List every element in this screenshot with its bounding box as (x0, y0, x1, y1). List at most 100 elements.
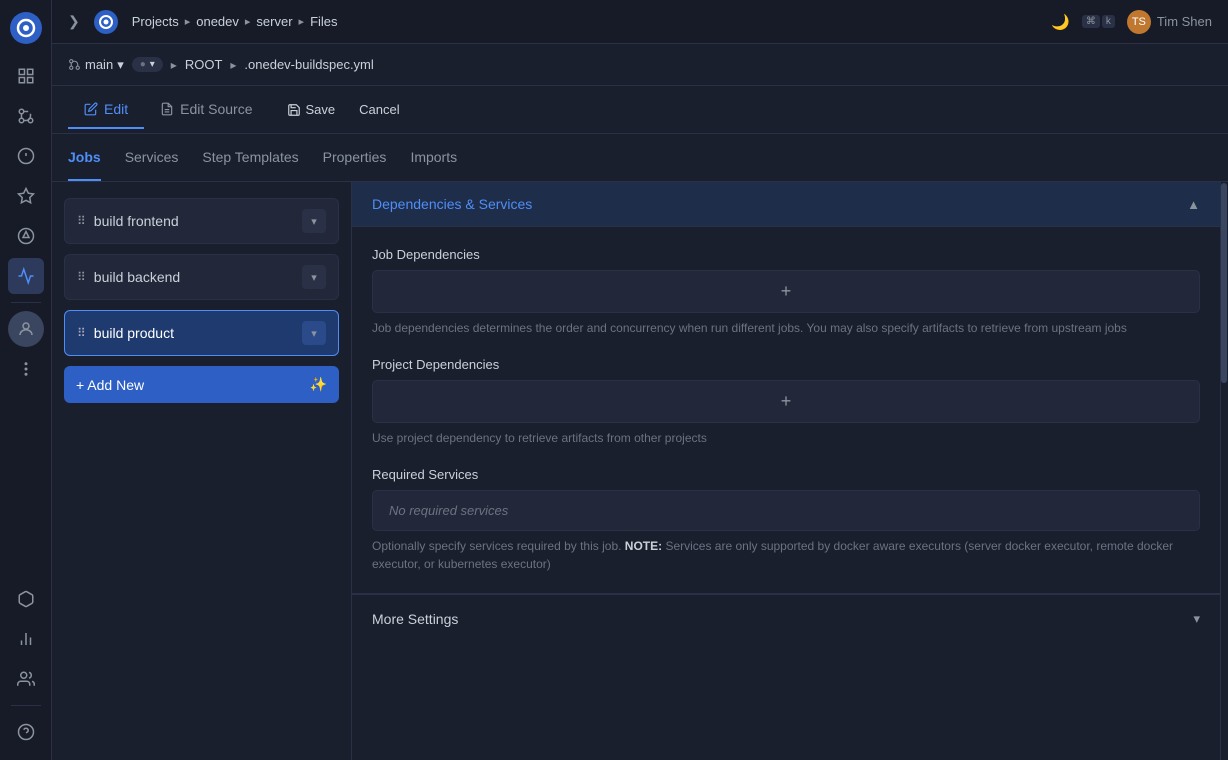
magic-wand-icon: ✨ (310, 376, 327, 393)
project-dependencies-label: Project Dependencies (372, 357, 1200, 372)
branchbar: main ▾ ● ▾ ▸ ROOT ▸ .onedev-buildspec.ym… (52, 44, 1228, 86)
cancel-button[interactable]: Cancel (349, 96, 409, 123)
job-name: build frontend (94, 213, 294, 229)
scrollbar-track[interactable] (1220, 182, 1228, 760)
no-services-text: No required services (372, 490, 1200, 531)
topbar-right: 🌙 ⌘ k TS Tim Shen (1051, 10, 1212, 34)
edit-toolbar: Edit Edit Source Save Cancel (52, 86, 1228, 134)
tab-step-templates[interactable]: Step Templates (202, 135, 298, 181)
content-split: ⠿ build frontend ▾ ⠿ build backend ▾ ⠿ b… (52, 182, 1228, 760)
branch-selector[interactable]: main ▾ (68, 57, 124, 73)
sidebar-icon-git[interactable] (8, 98, 44, 134)
drag-handle-icon: ⠿ (77, 214, 86, 228)
sidebar-separator-1 (11, 302, 41, 303)
sidebar-toggle-icon[interactable]: ❯ (68, 13, 80, 30)
project-dependencies-field: Project Dependencies + Use project depen… (372, 357, 1200, 447)
sidebar-bottom (8, 581, 44, 750)
required-services-label: Required Services (372, 467, 1200, 482)
section-collapse-icon: ▲ (1187, 197, 1200, 212)
sidebar-icon-stats[interactable] (8, 621, 44, 657)
job-dependencies-field: Job Dependencies + Job dependencies dete… (372, 247, 1200, 337)
job-expand-btn[interactable]: ▾ (302, 209, 326, 233)
more-settings-chevron-icon: ▾ (1193, 611, 1200, 627)
tab-imports[interactable]: Imports (410, 135, 457, 181)
project-dependencies-desc: Use project dependency to retrieve artif… (372, 429, 1200, 447)
main-content: ❯ Projects ▸ onedev ▸ server ▸ Files 🌙 ⌘… (52, 0, 1228, 760)
topbar-logo[interactable] (92, 8, 120, 36)
job-expand-btn[interactable]: ▾ (302, 321, 326, 345)
job-expand-btn[interactable]: ▾ (302, 265, 326, 289)
tab-jobs[interactable]: Jobs (68, 135, 101, 181)
sidebar-icon-builds[interactable] (8, 178, 44, 214)
path-file: .onedev-buildspec.yml (244, 57, 373, 72)
scrollbar-thumb[interactable] (1221, 183, 1227, 383)
edit-source-tab[interactable]: Edit Source (144, 91, 268, 129)
job-name: build backend (94, 269, 294, 285)
sidebar-icon-packages2[interactable] (8, 581, 44, 617)
branch-name: main (85, 57, 113, 72)
breadcrumb-sep-2: ▸ (245, 15, 251, 28)
logo-icon[interactable] (8, 10, 44, 46)
breadcrumb: Projects ▸ onedev ▸ server ▸ Files (132, 14, 338, 29)
job-dependencies-label: Job Dependencies (372, 247, 1200, 262)
moon-icon[interactable]: 🌙 (1051, 13, 1070, 31)
circle-selector[interactable]: ● ▾ (132, 57, 163, 72)
right-panel: Dependencies & Services ▲ Job Dependenci… (352, 182, 1220, 760)
job-item-build-product[interactable]: ⠿ build product ▾ (64, 310, 339, 356)
branch-icon (68, 58, 81, 71)
breadcrumb-onedev[interactable]: onedev (196, 14, 239, 29)
breadcrumb-files[interactable]: Files (310, 14, 337, 29)
left-panel: ⠿ build frontend ▾ ⠿ build backend ▾ ⠿ b… (52, 182, 352, 760)
job-item-build-backend[interactable]: ⠿ build backend ▾ (64, 254, 339, 300)
kbd-cmd: ⌘ (1082, 15, 1100, 28)
user-menu[interactable]: TS Tim Shen (1127, 10, 1212, 34)
sidebar-separator-2 (11, 705, 41, 706)
breadcrumb-sep-3: ▸ (299, 15, 305, 28)
add-new-label: + Add New (76, 377, 144, 393)
dependencies-section-header[interactable]: Dependencies & Services ▲ (352, 182, 1220, 227)
sidebar-icon-packages[interactable] (8, 218, 44, 254)
sidebar-icon-group[interactable] (8, 661, 44, 697)
drag-handle-icon: ⠿ (77, 326, 86, 340)
user-avatar: TS (1127, 10, 1151, 34)
inner-content: Jobs Services Step Templates Properties … (52, 134, 1228, 760)
job-item-build-frontend[interactable]: ⠿ build frontend ▾ (64, 198, 339, 244)
required-services-desc: Optionally specify services required by … (372, 537, 1200, 573)
user-name: Tim Shen (1157, 14, 1212, 29)
add-new-button[interactable]: + Add New ✨ (64, 366, 339, 403)
tab-properties[interactable]: Properties (323, 135, 387, 181)
edit-source-tab-label: Edit Source (180, 101, 252, 117)
circle-chevron-icon: ▾ (150, 59, 155, 70)
more-settings-label: More Settings (372, 611, 458, 627)
sidebar-icon-more[interactable] (8, 351, 44, 387)
source-icon (160, 102, 174, 116)
job-dependencies-desc: Job dependencies determines the order an… (372, 319, 1200, 337)
breadcrumb-sep-1: ▸ (185, 15, 191, 28)
breadcrumb-server[interactable]: server (256, 14, 292, 29)
add-job-dependency-button[interactable]: + (372, 270, 1200, 313)
save-icon (287, 103, 301, 117)
sidebar-icon-pipeline[interactable] (8, 258, 44, 294)
sidebar (0, 0, 52, 760)
path-sep-2: ▸ (230, 58, 236, 72)
add-project-dependency-button[interactable]: + (372, 380, 1200, 423)
sidebar-icon-help[interactable] (8, 714, 44, 750)
path-sep-1: ▸ (171, 58, 177, 72)
edit-icon (84, 102, 98, 116)
drag-handle-icon: ⠿ (77, 270, 86, 284)
required-services-note: NOTE: (625, 539, 662, 553)
sidebar-icon-avatar[interactable] (8, 311, 44, 347)
save-button[interactable]: Save (273, 96, 350, 123)
edit-tab-label: Edit (104, 101, 128, 117)
required-services-field: Required Services No required services O… (372, 467, 1200, 573)
tab-services[interactable]: Services (125, 135, 179, 181)
save-btn-label: Save (306, 102, 336, 117)
edit-tab[interactable]: Edit (68, 91, 144, 129)
sidebar-icon-issues[interactable] (8, 138, 44, 174)
kbd-k: k (1102, 15, 1115, 28)
path-root[interactable]: ROOT (185, 57, 223, 72)
breadcrumb-projects[interactable]: Projects (132, 14, 179, 29)
jobs-tabs: Jobs Services Step Templates Properties … (52, 134, 1228, 182)
sidebar-icon-dashboard[interactable] (8, 58, 44, 94)
more-settings-header[interactable]: More Settings ▾ (352, 594, 1220, 643)
